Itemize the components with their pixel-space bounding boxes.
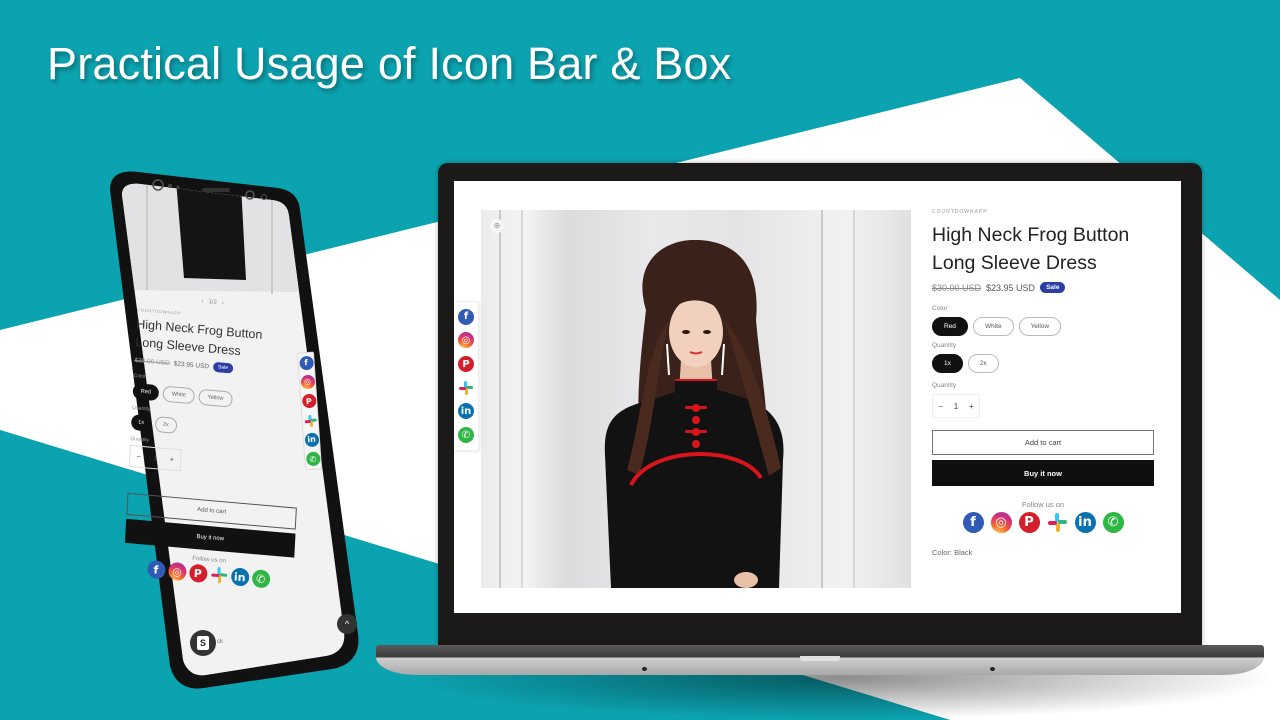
quantity-stepper: − 1 + xyxy=(128,444,182,472)
color-option-yellow[interactable]: Yellow xyxy=(1018,317,1062,336)
pagination-count: 1/2 xyxy=(208,299,217,306)
desktop-product-page: ⊕ f ◎ P in ✆ COUNTDOWNAPP High Neck Frog… xyxy=(454,181,1181,613)
sale-badge: Sale xyxy=(212,361,234,374)
linkedin-icon[interactable]: in xyxy=(1074,512,1096,533)
zoom-icon[interactable]: ⊕ xyxy=(490,219,504,233)
whatsapp-icon[interactable]: ✆ xyxy=(458,427,474,444)
social-icon-box: f ◎ P in ✆ xyxy=(932,512,1154,533)
increase-button[interactable]: + xyxy=(969,402,974,411)
whatsapp-icon[interactable]: ✆ xyxy=(1102,512,1124,533)
pack-option-1x[interactable]: 1x xyxy=(932,354,963,373)
color-option-red[interactable]: Red xyxy=(932,317,968,336)
product-image[interactable]: ⊕ xyxy=(481,210,911,588)
pack-options: 1x 2x xyxy=(932,354,1154,373)
laptop-notch xyxy=(800,656,840,661)
decrease-button[interactable]: − xyxy=(137,453,141,460)
color-option-white[interactable]: White xyxy=(972,317,1014,336)
color-option-red[interactable]: Red xyxy=(132,382,160,402)
whatsapp-icon[interactable]: ✆ xyxy=(251,568,271,589)
door-line xyxy=(499,210,501,588)
facebook-icon[interactable]: f xyxy=(298,355,314,371)
quantity-label: Quantity xyxy=(932,382,957,389)
color-label: Color xyxy=(932,305,948,312)
pinterest-icon[interactable]: P xyxy=(458,356,474,373)
price-row: $30.00 USD $23.95 USD Sale xyxy=(932,282,1154,293)
model-photo xyxy=(604,240,784,588)
laptop-port xyxy=(642,667,647,671)
pack-label: Quantity xyxy=(932,342,957,349)
facebook-icon[interactable]: f xyxy=(146,559,166,580)
decrease-button[interactable]: − xyxy=(938,402,943,411)
shopify-chat-button[interactable]: S xyxy=(190,630,216,656)
color-note: Color: Black xyxy=(932,548,973,557)
door-line xyxy=(821,210,823,588)
slack-icon[interactable] xyxy=(1047,512,1068,533)
sale-badge: Sale xyxy=(1040,282,1066,293)
pack-option-2x[interactable]: 2x xyxy=(154,415,178,434)
footer-text: ck xyxy=(217,639,223,645)
add-to-cart-button[interactable]: Add to cart xyxy=(932,430,1154,455)
vendor-name: COUNTDOWNAPP xyxy=(932,209,988,215)
instagram-icon[interactable]: ◎ xyxy=(990,512,1012,533)
linkedin-icon[interactable]: in xyxy=(230,567,250,587)
pinterest-icon[interactable]: P xyxy=(188,563,208,584)
social-icon-bar: f ◎ P in ✆ xyxy=(454,301,479,451)
sale-price: $23.95 USD xyxy=(986,282,1036,293)
follow-label: Follow us on xyxy=(1021,500,1065,509)
pack-option-2x[interactable]: 2x xyxy=(967,354,999,373)
color-options: Red White Yellow xyxy=(932,317,1154,336)
linkedin-icon[interactable]: in xyxy=(458,403,474,420)
buy-now-button[interactable]: Buy it now xyxy=(932,460,1154,486)
color-option-white[interactable]: White xyxy=(162,385,196,405)
linkedin-icon[interactable]: in xyxy=(304,432,319,448)
door-line xyxy=(521,210,523,588)
whatsapp-icon[interactable]: ✆ xyxy=(305,451,321,467)
compare-price: $30.00 USD xyxy=(932,282,982,293)
slack-icon[interactable] xyxy=(458,380,474,396)
product-info: COUNTDOWNAPP High Neck Frog Button Long … xyxy=(932,209,1154,557)
instagram-icon[interactable]: ◎ xyxy=(167,561,187,582)
quantity-value[interactable]: 1 xyxy=(153,454,157,461)
pinterest-icon[interactable]: P xyxy=(1018,512,1040,533)
facebook-icon[interactable]: f xyxy=(962,512,984,533)
slack-icon[interactable] xyxy=(209,565,228,585)
facebook-icon[interactable]: f xyxy=(458,308,474,325)
scroll-to-top-button[interactable]: ^ xyxy=(337,614,357,634)
shopify-bag-icon: S xyxy=(197,636,209,650)
quantity-value[interactable]: 1 xyxy=(954,402,958,411)
increase-button[interactable]: + xyxy=(170,456,174,463)
laptop-port xyxy=(990,667,995,671)
compare-price: $30.00 USD xyxy=(134,356,170,367)
next-image-button[interactable]: › xyxy=(222,300,224,306)
instagram-icon[interactable]: ◎ xyxy=(300,374,315,390)
door-line xyxy=(853,210,855,588)
quantity-stepper: − 1 + xyxy=(932,394,980,418)
page-headline: Practical Usage of Icon Bar & Box xyxy=(47,38,732,89)
pinterest-icon[interactable]: P xyxy=(301,393,317,409)
prev-image-button[interactable]: ‹ xyxy=(201,299,203,305)
sale-price: $23.95 USD xyxy=(173,359,210,370)
color-option-yellow[interactable]: Yellow xyxy=(198,388,233,408)
slack-icon[interactable] xyxy=(303,413,318,428)
instagram-icon[interactable]: ◎ xyxy=(458,332,474,349)
mobile-product-page: ‹ 1/2 › COUNTDOWNAPP High Neck Frog Butt… xyxy=(119,293,322,669)
pack-option-1x[interactable]: 1x xyxy=(130,413,152,432)
product-title: High Neck Frog Button Long Sleeve Dress xyxy=(932,224,1130,274)
